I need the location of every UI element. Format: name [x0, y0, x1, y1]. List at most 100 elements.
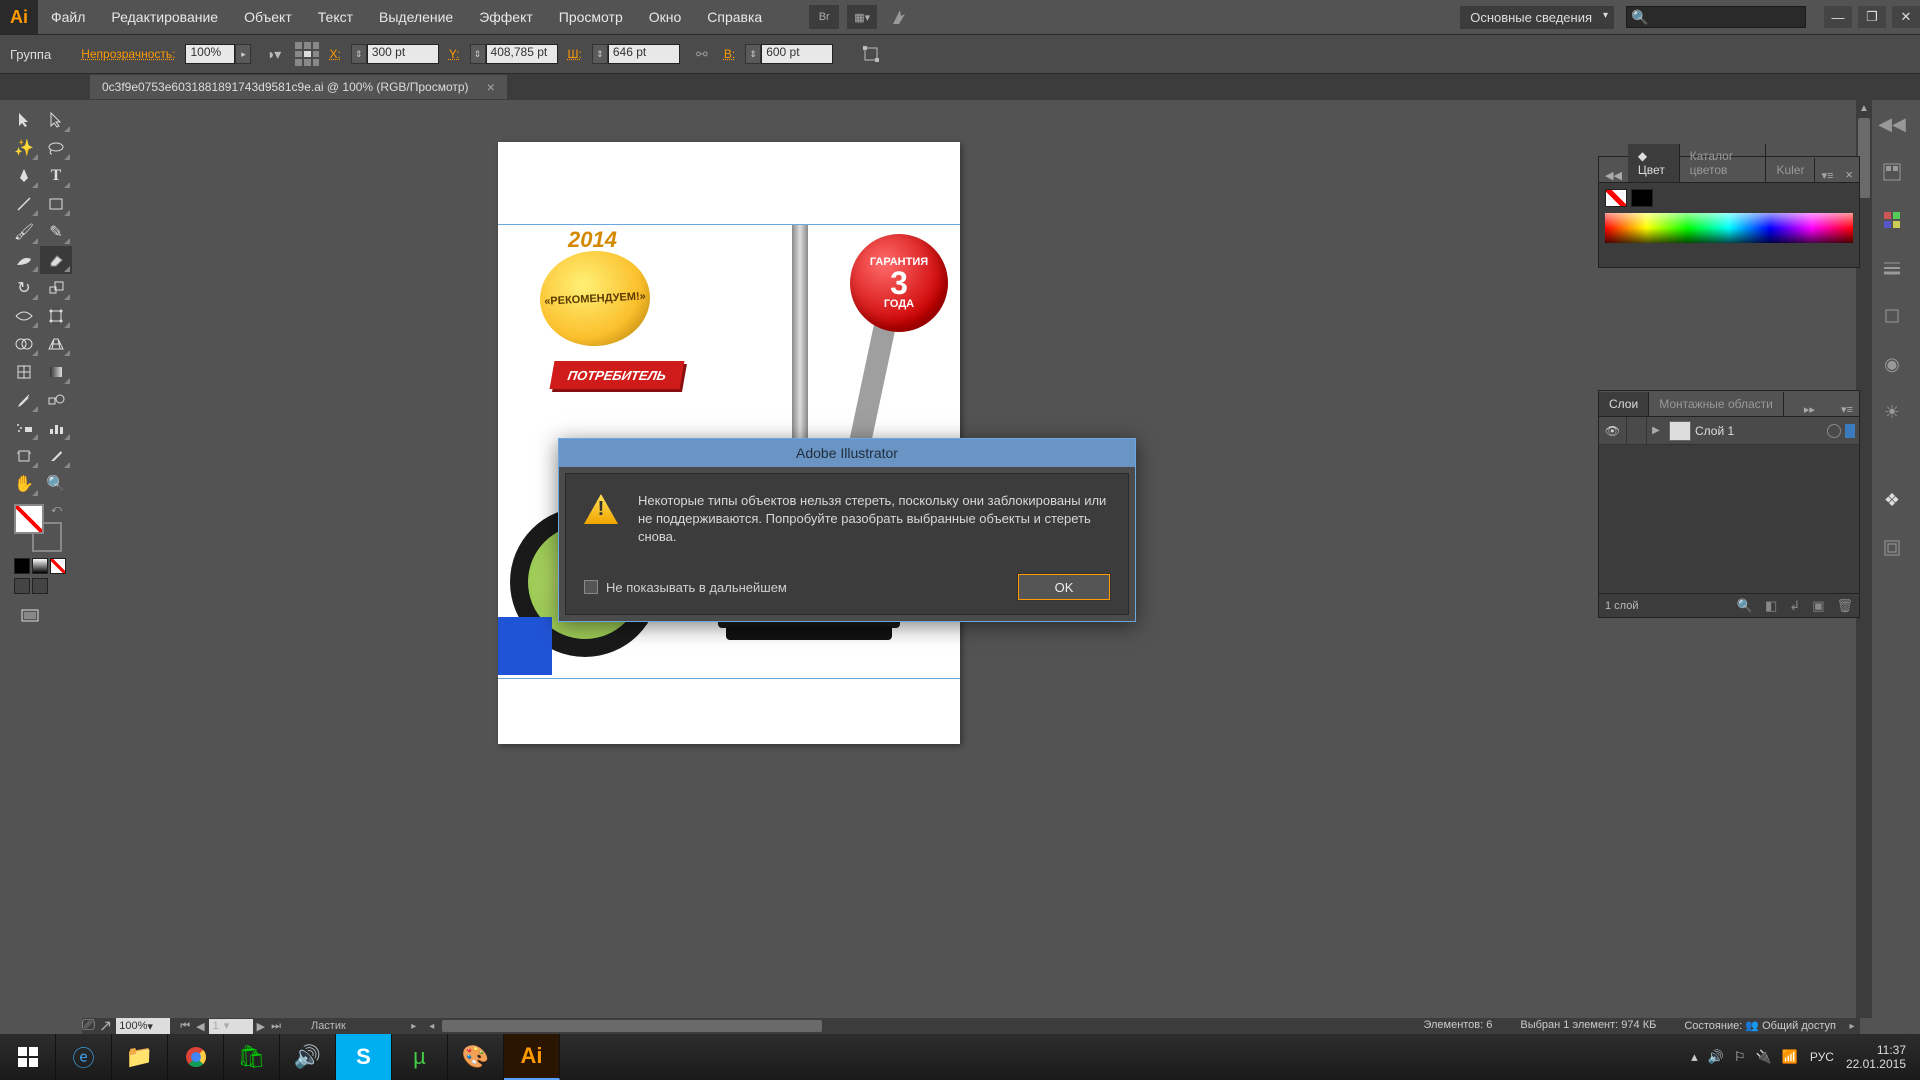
chrome-icon[interactable]	[168, 1034, 224, 1080]
gradient-panel-icon[interactable]	[1878, 302, 1906, 330]
w-stepper-icon[interactable]: ⇕	[592, 44, 608, 64]
color-tab[interactable]: ◆ Цвет	[1628, 144, 1680, 182]
mesh-tool-icon[interactable]	[8, 358, 40, 386]
target-icon[interactable]	[1827, 424, 1841, 438]
explorer-icon[interactable]: 📁	[112, 1034, 168, 1080]
h-input[interactable]: 600 pt	[761, 44, 833, 64]
color-spectrum[interactable]	[1605, 213, 1853, 243]
presentation-icon[interactable]: ⎚	[82, 1017, 95, 1035]
menu-help[interactable]: Справка	[694, 0, 775, 34]
menu-text[interactable]: Текст	[305, 0, 366, 34]
scale-tool-icon[interactable]	[40, 274, 72, 302]
maximize-button[interactable]: ❐	[1858, 6, 1886, 28]
close-button[interactable]: ✕	[1892, 6, 1920, 28]
tray-clock[interactable]: 11:37 22.01.2015	[1846, 1043, 1906, 1071]
eyedropper-tool-icon[interactable]	[8, 386, 40, 414]
first-artboard-icon[interactable]: ⏮	[178, 1020, 192, 1033]
menu-file[interactable]: Файл	[38, 0, 98, 34]
expand-layer-icon[interactable]: ▶	[1647, 425, 1665, 436]
direct-selection-tool-icon[interactable]	[40, 106, 72, 134]
opacity-label[interactable]: Непрозрачность:	[81, 47, 175, 61]
tray-volume-icon[interactable]: 🔊	[1708, 1049, 1724, 1065]
symbol-sprayer-tool-icon[interactable]	[8, 414, 40, 442]
type-tool-icon[interactable]: T	[40, 162, 72, 190]
menu-select[interactable]: Выделение	[366, 0, 466, 34]
colorguide-panel-icon[interactable]	[1878, 158, 1906, 186]
line-tool-icon[interactable]	[8, 190, 40, 218]
screen-mode-icon[interactable]	[14, 602, 46, 630]
artboards-tab[interactable]: Монтажные области	[1649, 392, 1784, 416]
panel-close-icon[interactable]: ×	[1839, 167, 1859, 182]
clipping-mask-icon[interactable]: ◧	[1765, 598, 1777, 614]
blend-tool-icon[interactable]	[40, 386, 72, 414]
fill-swatch[interactable]	[1605, 189, 1627, 207]
illustrator-taskbar-icon[interactable]: Ai	[504, 1034, 560, 1080]
shape-builder-tool-icon[interactable]	[8, 330, 40, 358]
y-stepper-icon[interactable]: ⇕	[470, 44, 486, 64]
new-sublayer-icon[interactable]: ↲	[1789, 598, 1800, 614]
transform-icon[interactable]	[859, 42, 883, 66]
arrange-docs-icon[interactable]: ▦▾	[847, 5, 877, 29]
last-artboard-icon[interactable]: ⏭	[269, 1020, 283, 1033]
draw-behind-icon[interactable]	[32, 578, 48, 594]
w-input[interactable]: 646 pt	[608, 44, 680, 64]
pencil-tool-icon[interactable]: ✎	[40, 218, 72, 246]
new-layer-icon[interactable]: ▣	[1812, 598, 1824, 614]
menu-edit[interactable]: Редактирование	[98, 0, 231, 34]
skype-icon[interactable]: S	[336, 1034, 392, 1080]
perspective-tool-icon[interactable]	[40, 330, 72, 358]
dont-show-label[interactable]: Не показывать в дальнейшем	[606, 580, 787, 595]
gpu-icon[interactable]	[885, 5, 915, 29]
opacity-dropdown-icon[interactable]: ▸	[235, 44, 251, 64]
workspace-dropdown[interactable]: Основные сведения	[1460, 6, 1614, 29]
appearance-panel-icon[interactable]: ◉	[1878, 350, 1906, 378]
document-tab[interactable]: 0c3f9e0753e6031881891743d9581c9e.ai @ 10…	[90, 75, 507, 99]
gradient-tool-icon[interactable]	[40, 358, 72, 386]
layer-row[interactable]: 👁 ▶ Слой 1	[1599, 417, 1859, 445]
paintbrush-tool-icon[interactable]: 🖌	[8, 218, 40, 246]
export-icon[interactable]: ↗	[99, 1016, 112, 1036]
tray-network-icon[interactable]: 📶	[1782, 1049, 1798, 1065]
swatches-tab[interactable]: Каталог цветов	[1680, 144, 1767, 182]
stroke-swatch[interactable]	[1631, 189, 1653, 207]
menu-object[interactable]: Объект	[231, 0, 305, 34]
kuler-tab[interactable]: Kuler	[1766, 158, 1815, 182]
x-stepper-icon[interactable]: ⇕	[351, 44, 367, 64]
ok-button[interactable]: OK	[1018, 574, 1110, 600]
menu-effect[interactable]: Эффект	[466, 0, 546, 34]
lock-column[interactable]	[1627, 417, 1647, 444]
gradient-mode-icon[interactable]	[32, 558, 48, 574]
pen-tool-icon[interactable]	[8, 162, 40, 190]
layers-panel-icon[interactable]: ❖	[1878, 486, 1906, 514]
prev-artboard-icon[interactable]: ◀	[194, 1020, 206, 1033]
opacity-input[interactable]: 100%	[185, 44, 235, 64]
layer-name[interactable]: Слой 1	[1695, 424, 1734, 438]
magic-wand-tool-icon[interactable]: ✨	[8, 134, 40, 162]
store-icon[interactable]: 🛍	[224, 1034, 280, 1080]
zoom-select[interactable]: 100% ▾	[116, 1018, 170, 1034]
dont-show-checkbox[interactable]	[584, 580, 598, 594]
minimize-button[interactable]: —	[1824, 6, 1852, 28]
slice-tool-icon[interactable]	[40, 442, 72, 470]
media-icon[interactable]: 🔊	[280, 1034, 336, 1080]
visibility-icon[interactable]: 👁	[1599, 417, 1627, 444]
transparency-panel-icon[interactable]: ☀	[1878, 398, 1906, 426]
link-wh-icon[interactable]: ⚯	[690, 42, 714, 66]
swap-fill-stroke-icon[interactable]: ⤺	[51, 504, 62, 515]
next-artboard-icon[interactable]: ▶	[255, 1020, 267, 1033]
x-input[interactable]: 300 pt	[367, 44, 439, 64]
selection-tool-icon[interactable]	[8, 106, 40, 134]
rectangle-tool-icon[interactable]	[40, 190, 72, 218]
fill-stroke-icon[interactable]: ⤺	[14, 504, 62, 552]
lasso-tool-icon[interactable]	[40, 134, 72, 162]
tray-up-icon[interactable]: ▴	[1691, 1049, 1698, 1065]
stroke-panel-icon[interactable]	[1878, 254, 1906, 282]
artboard-tool-icon[interactable]	[8, 442, 40, 470]
panel-menu-icon[interactable]: ▾≡	[1815, 169, 1839, 182]
zoom-tool-icon[interactable]: 🔍	[40, 470, 72, 498]
tray-language[interactable]: РУС	[1810, 1050, 1834, 1064]
h-stepper-icon[interactable]: ⇕	[745, 44, 761, 64]
panel-menu-icon[interactable]: ▾≡	[1835, 403, 1859, 416]
y-input[interactable]: 408,785 pt	[486, 44, 558, 64]
rotate-tool-icon[interactable]: ↻	[8, 274, 40, 302]
